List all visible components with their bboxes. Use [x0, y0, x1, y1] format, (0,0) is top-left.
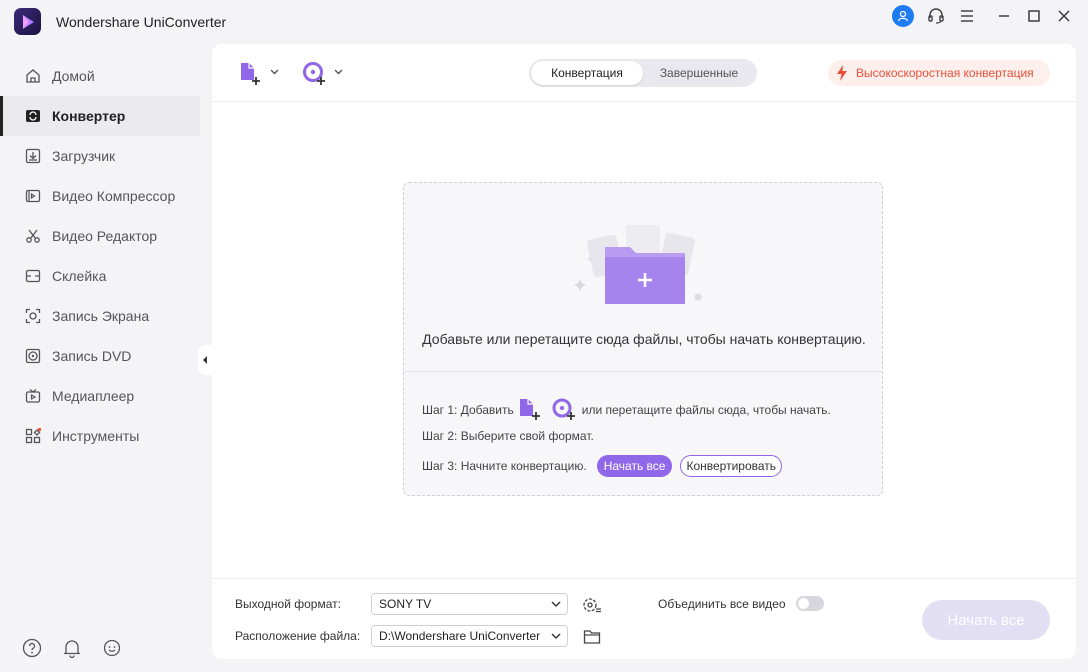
title-bar: Wondershare UniConverter — [0, 0, 1088, 44]
home-icon — [24, 67, 42, 85]
compress-icon — [24, 187, 42, 205]
add-files-button[interactable] — [238, 60, 282, 88]
sidebar-item-converter[interactable]: Конвертер — [0, 96, 200, 136]
sidebar-item-label: Видео Компрессор — [52, 188, 176, 204]
close-button[interactable] — [1052, 4, 1076, 28]
drop-zone-text: Добавьте или перетащите сюда файлы, чтоб… — [422, 331, 866, 347]
support-headset-icon[interactable] — [925, 5, 947, 27]
sidebar-bottom-icons — [22, 638, 122, 658]
step-1: Шаг 1: Добавить или перетащите файлы сюд… — [422, 397, 831, 423]
maximize-button[interactable] — [1022, 4, 1046, 28]
sidebar-item-label: Запись Экрана — [52, 308, 150, 324]
user-account-icon[interactable] — [892, 5, 914, 27]
merge-icon — [24, 267, 42, 285]
main-panel: Конвертация Завершенные Высокоскоростная… — [212, 44, 1076, 659]
minimize-button[interactable] — [992, 4, 1016, 28]
chevron-down-icon — [551, 630, 561, 645]
divider — [404, 371, 882, 372]
merge-videos-label: Объединить все видео — [658, 597, 786, 611]
sidebar-item-merger[interactable]: Склейка — [0, 256, 200, 296]
format-settings-icon[interactable] — [582, 595, 602, 615]
help-icon[interactable] — [22, 638, 42, 658]
add-file-small-icon[interactable] — [518, 397, 544, 423]
step-3-text: Шаг 3: Начните конвертацию. — [422, 459, 587, 473]
tab-converting[interactable]: Конвертация — [531, 61, 643, 85]
merge-videos-toggle[interactable] — [796, 596, 824, 611]
tv-icon — [24, 387, 42, 405]
tools-icon — [24, 427, 42, 445]
sidebar-item-video-editor[interactable]: Видео Редактор — [0, 216, 200, 256]
file-location-value: D:\Wondershare UniConverter — [379, 629, 541, 643]
file-location-label: Расположение файла: — [235, 629, 361, 643]
sidebar-item-screen-recorder[interactable]: Запись Экрана — [0, 296, 200, 336]
footer: Выходной формат: SONY TV Расположение фа… — [212, 578, 1076, 659]
screen-record-icon — [24, 307, 42, 325]
sidebar-item-label: Запись DVD — [52, 348, 132, 364]
start-all-button[interactable]: Начать все — [922, 600, 1050, 640]
app-title: Wondershare UniConverter — [56, 14, 227, 30]
output-format-select[interactable]: SONY TV — [371, 593, 568, 615]
sidebar-item-label: Загрузчик — [52, 148, 116, 164]
step-3: Шаг 3: Начните конвертацию. Начать все К… — [422, 455, 783, 477]
step-2: Шаг 2: Выберите свой формат. — [422, 429, 594, 443]
conversion-tabs: Конвертация Завершенные — [529, 59, 757, 87]
feedback-icon[interactable] — [102, 638, 122, 658]
sidebar-item-video-compressor[interactable]: Видео Компрессор — [0, 176, 200, 216]
sidebar-item-tools[interactable]: Инструменты — [0, 416, 200, 456]
drop-zone[interactable]: Добавьте или перетащите сюда файлы, чтоб… — [403, 182, 883, 496]
toolbar: Конвертация Завершенные Высокоскоростная… — [212, 44, 1076, 102]
sidebar-item-label: Видео Редактор — [52, 228, 158, 244]
chevron-down-icon — [551, 598, 561, 613]
convert-small-button[interactable]: Конвертировать — [680, 455, 783, 477]
step-1-suffix: или перетащите файлы сюда, чтобы начать. — [581, 403, 831, 417]
load-dvd-button[interactable] — [302, 60, 346, 88]
lightning-icon — [836, 65, 848, 81]
sidebar-item-label: Домой — [52, 68, 95, 84]
sidebar: Домой Конвертер Загрузчик Видео Компресс… — [0, 56, 200, 456]
sidebar-item-home[interactable]: Домой — [0, 56, 200, 96]
sidebar-item-dvd-burner[interactable]: Запись DVD — [0, 336, 200, 376]
high-speed-conversion-button[interactable]: Высокоскоростная конвертация — [828, 60, 1050, 86]
step-1-prefix: Шаг 1: Добавить — [422, 403, 514, 417]
open-folder-icon[interactable] — [582, 627, 602, 647]
sidebar-item-media-player[interactable]: Медиаплеер — [0, 376, 200, 416]
add-folder-illustration — [570, 219, 710, 309]
sidebar-item-label: Склейка — [52, 268, 107, 284]
high-speed-label: Высокоскоростная конвертация — [856, 66, 1034, 80]
output-format-value: SONY TV — [379, 597, 432, 611]
sidebar-item-downloader[interactable]: Загрузчик — [0, 136, 200, 176]
scissors-icon — [24, 227, 42, 245]
app-logo-icon — [14, 8, 41, 35]
step-2-text: Шаг 2: Выберите свой формат. — [422, 429, 594, 443]
load-dvd-small-icon[interactable] — [552, 397, 578, 423]
tab-finished[interactable]: Завершенные — [643, 61, 755, 85]
sidebar-item-label: Медиаплеер — [52, 388, 135, 404]
sidebar-item-label: Инструменты — [52, 428, 140, 444]
menu-icon[interactable] — [956, 5, 978, 27]
dvd-icon — [24, 347, 42, 365]
output-format-label: Выходной формат: — [235, 597, 341, 611]
file-location-select[interactable]: D:\Wondershare UniConverter — [371, 625, 568, 647]
sidebar-item-label: Конвертер — [52, 108, 126, 124]
notification-bell-icon[interactable] — [62, 638, 82, 658]
start-all-small-button[interactable]: Начать все — [596, 455, 673, 477]
sidebar-collapse-handle[interactable] — [198, 345, 212, 375]
download-icon — [24, 147, 42, 165]
convert-icon — [24, 107, 42, 125]
